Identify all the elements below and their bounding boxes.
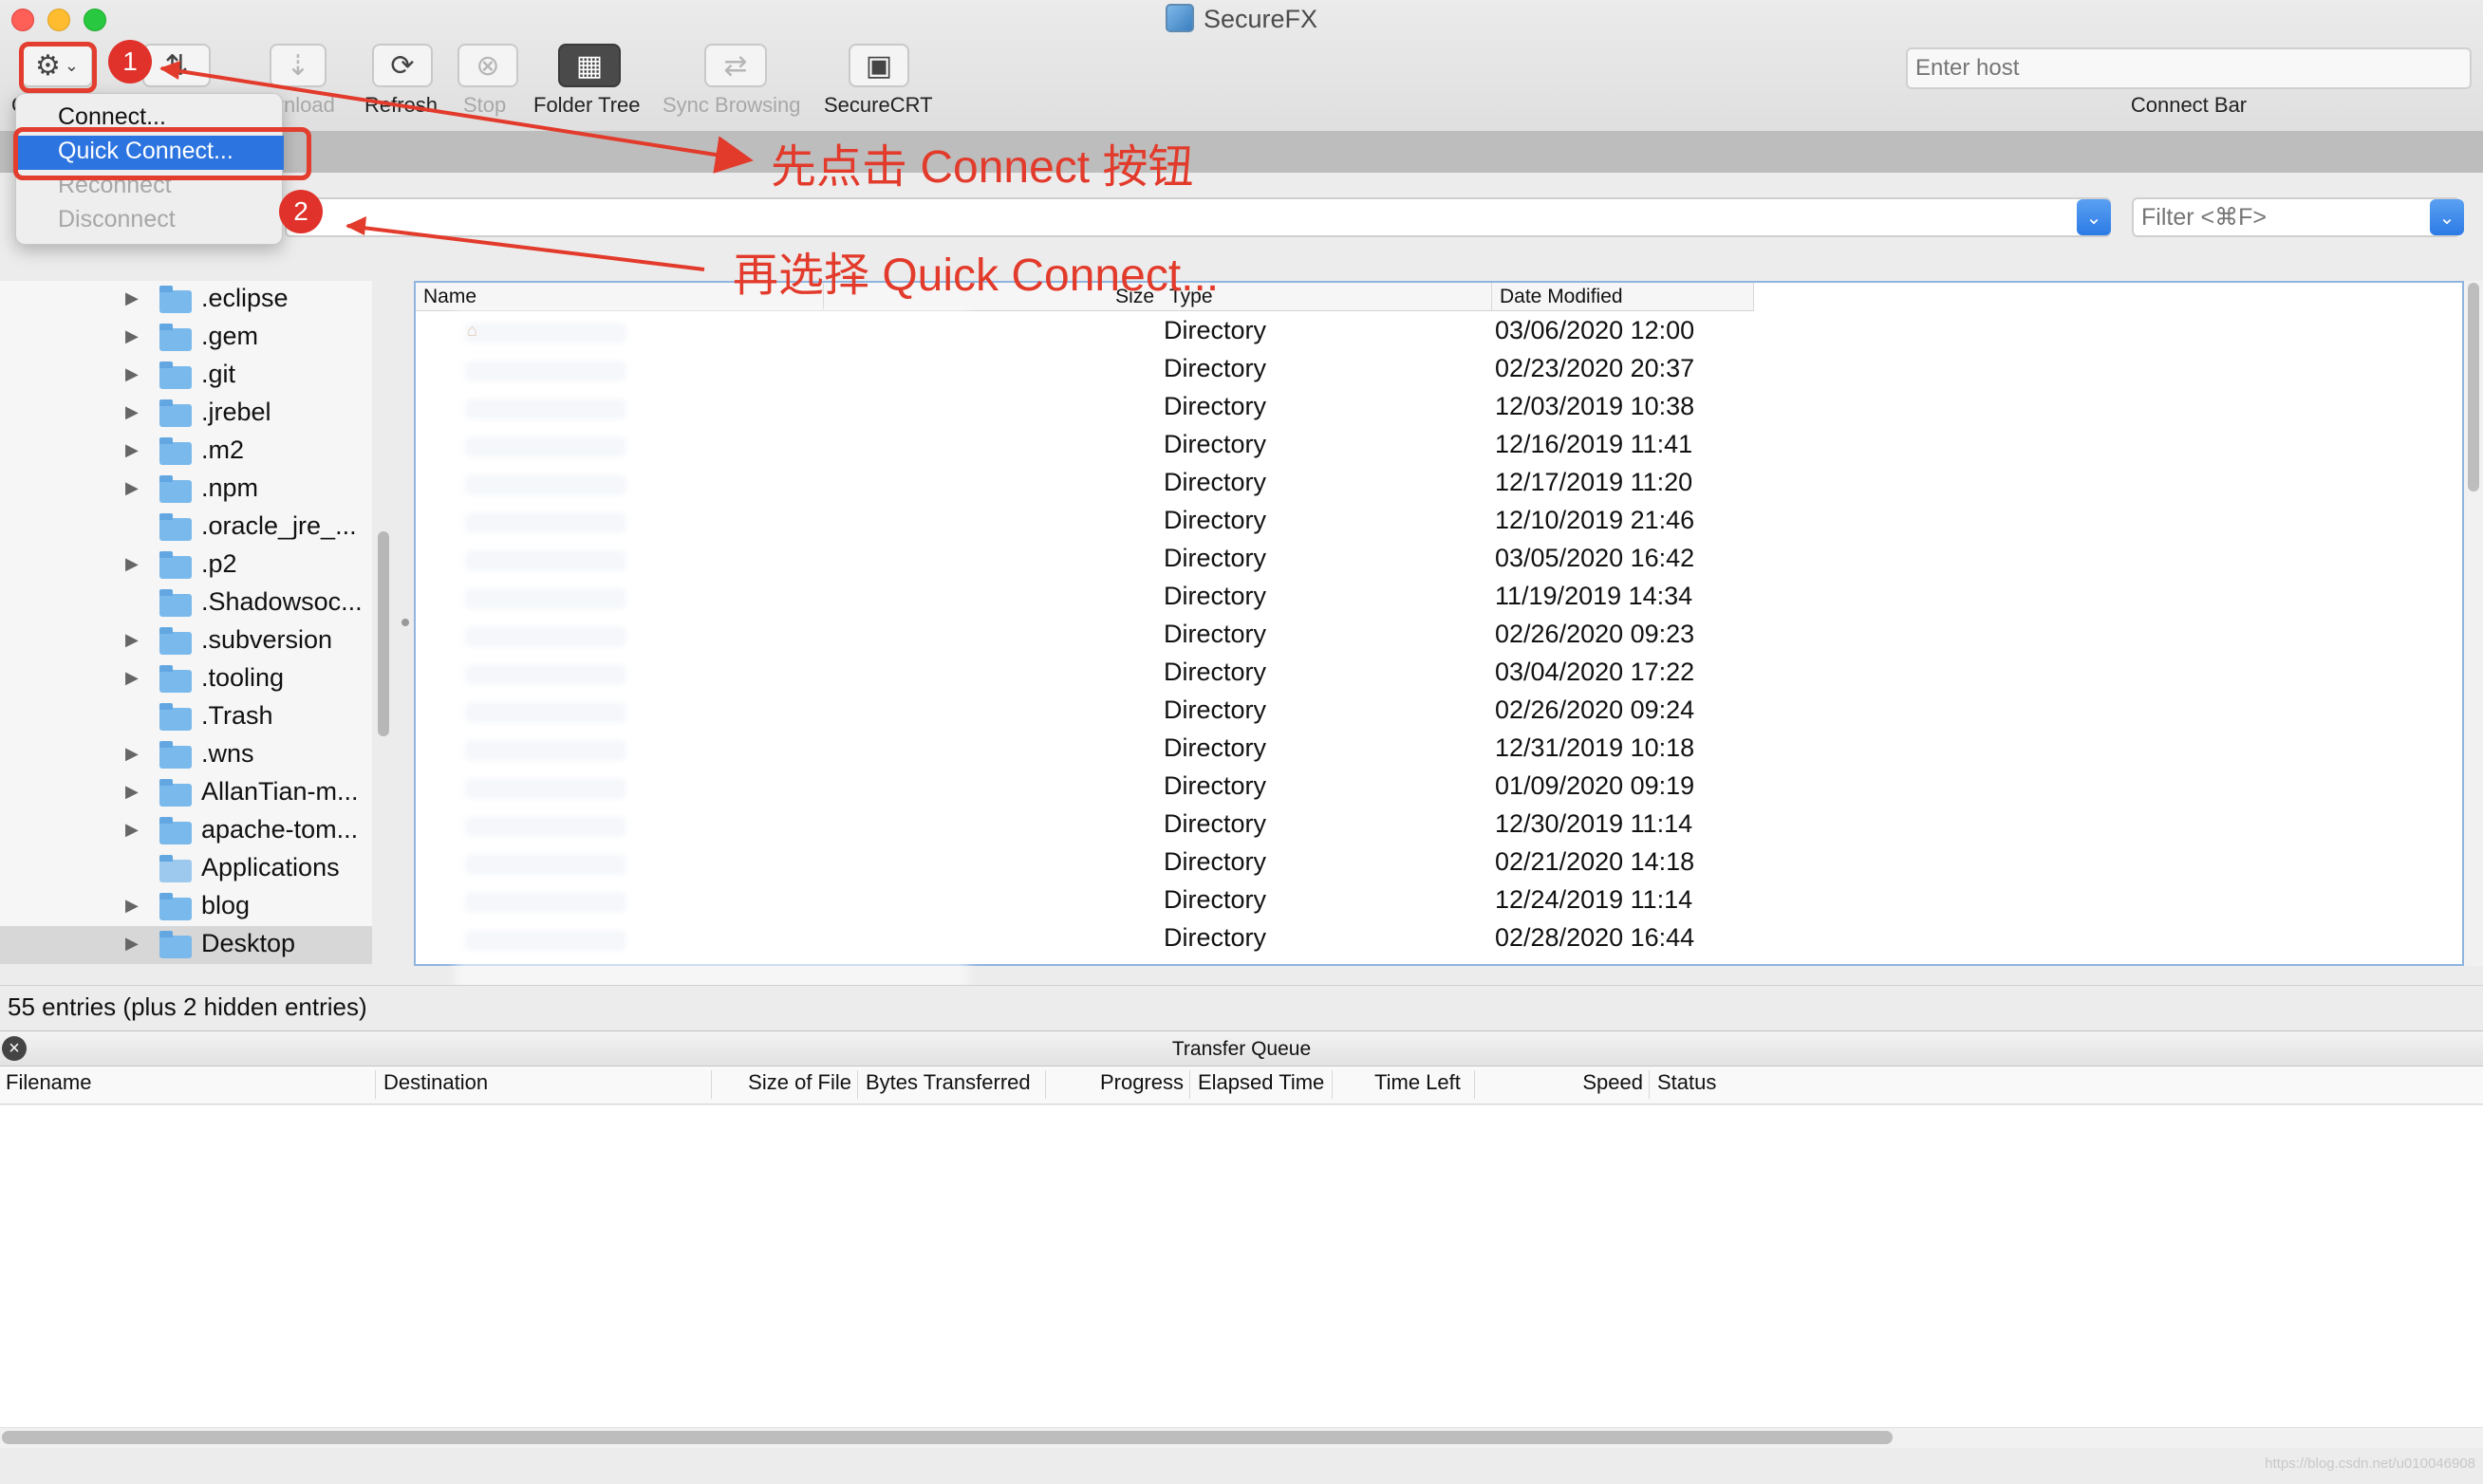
annotation-arrow-2 xyxy=(346,224,705,271)
annotation-arrows xyxy=(159,61,754,271)
annotation-step1-text: 先点击 Connect 按钮 xyxy=(771,142,1194,193)
annotation-arrowhead-2 xyxy=(345,216,366,235)
annotation-arrow-1 xyxy=(160,66,754,174)
annotation-step2-text: 再选择 Quick Connect... xyxy=(733,250,1220,301)
